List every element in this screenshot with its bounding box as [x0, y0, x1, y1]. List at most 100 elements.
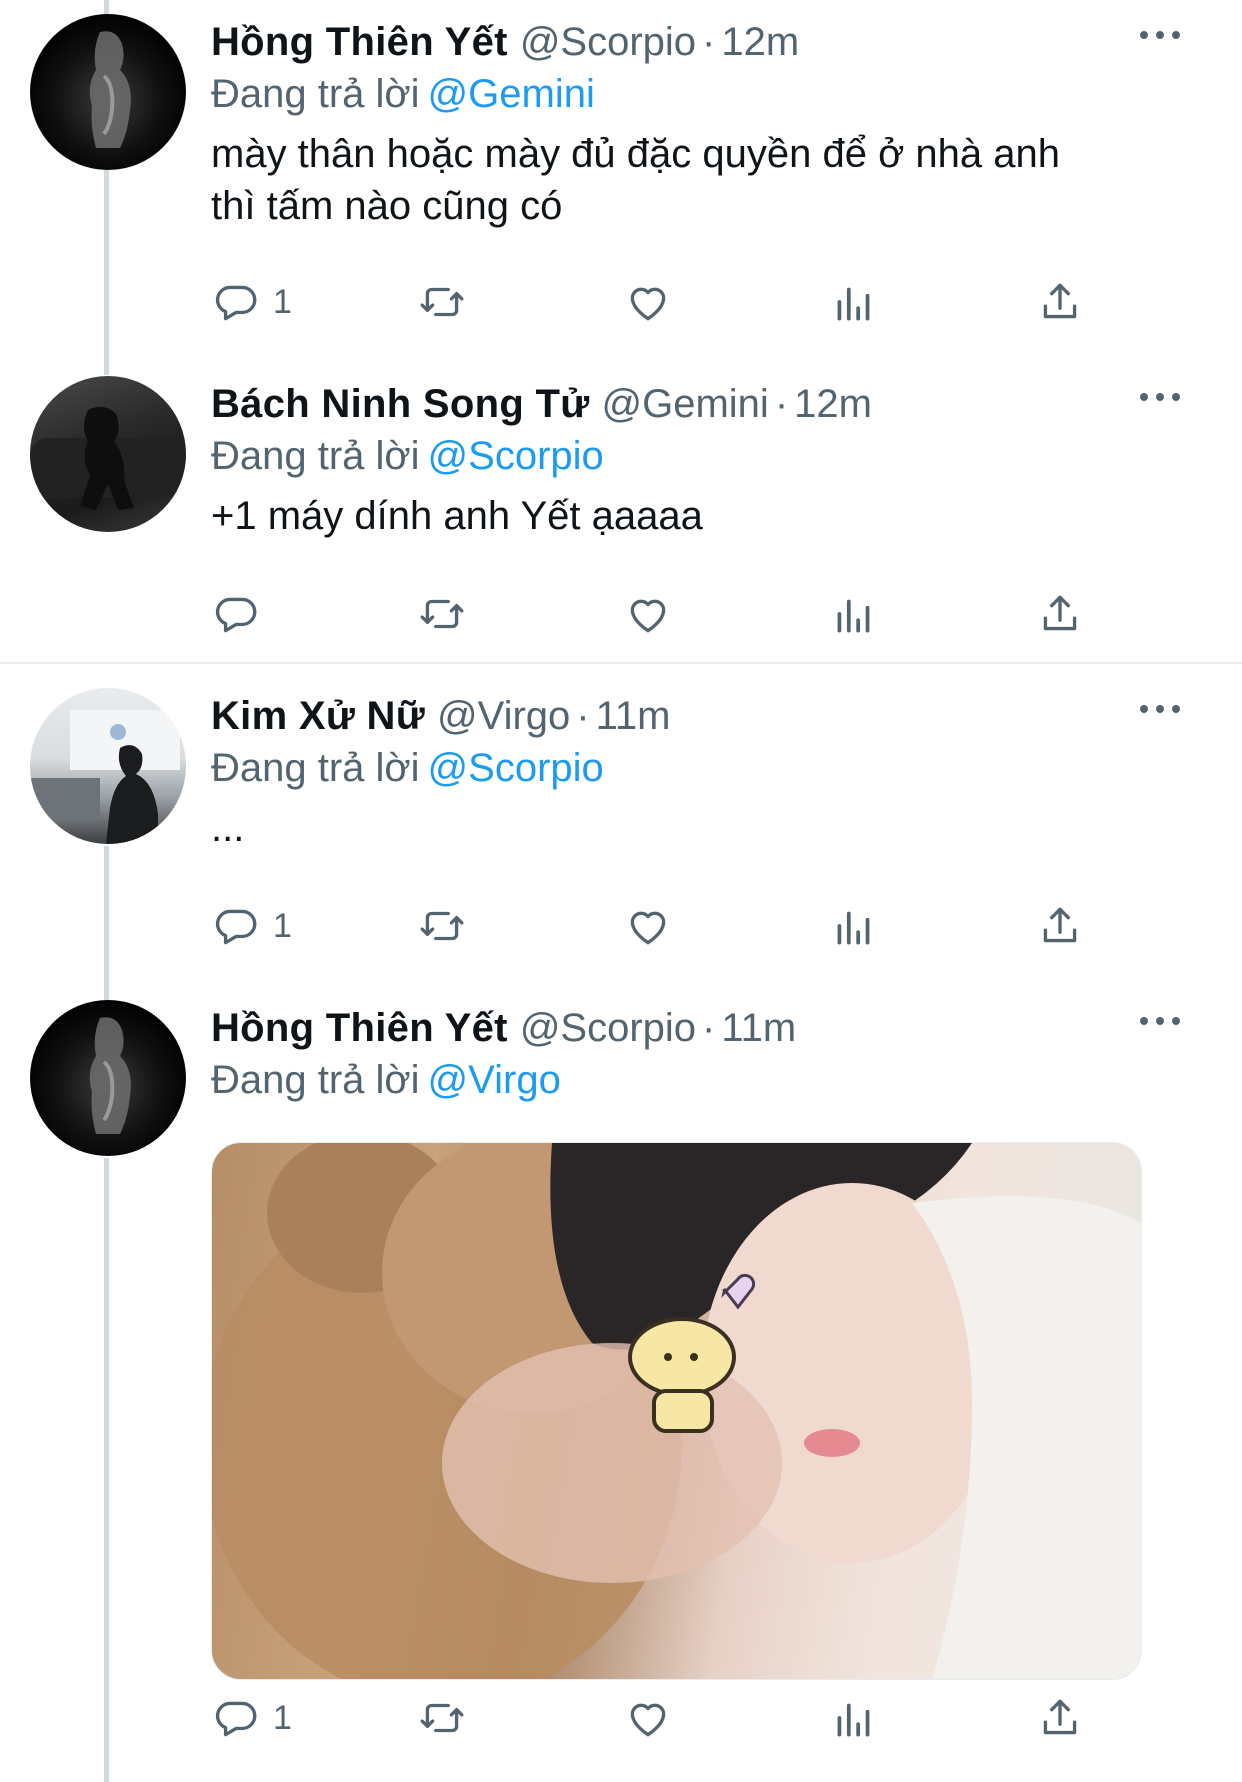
more-icon[interactable]: [1140, 1014, 1180, 1028]
reply-button[interactable]: 1: [211, 1688, 292, 1748]
separator-dot: ·: [774, 382, 789, 426]
reply-count: 1: [273, 1698, 292, 1737]
views-icon: [837, 287, 870, 321]
separator-dot: ·: [576, 694, 590, 738]
action-bar: [0, 584, 1242, 644]
user-handle[interactable]: @Virgo: [437, 694, 570, 738]
retweet-icon: [420, 599, 464, 629]
reply-icon: [215, 909, 257, 945]
tweet-text: ...: [211, 806, 245, 850]
retweet-button[interactable]: [417, 1688, 467, 1748]
share-button[interactable]: [1035, 272, 1085, 332]
like-button[interactable]: [623, 896, 673, 956]
tweet[interactable]: Hồng Thiên Yết @Scorpio · 12m Đang trả lời @…: [0, 0, 1242, 360]
timestamp[interactable]: 11m: [596, 694, 671, 738]
like-icon: [630, 1703, 666, 1737]
like-button[interactable]: [623, 1688, 673, 1748]
share-icon: [1043, 595, 1077, 631]
action-bar: 1: [0, 1688, 1242, 1748]
display-name[interactable]: Hồng Thiên Yết: [211, 20, 508, 64]
views-button[interactable]: [829, 584, 879, 644]
views-icon: [837, 911, 870, 945]
user-handle[interactable]: @Scorpio: [520, 20, 696, 64]
tweet-text: mày thân hoặc mày đủ đặc quyền để ở nhà …: [211, 132, 1061, 228]
replying-to: Đang trả lời @Scorpio: [211, 428, 604, 484]
reply-button[interactable]: 1: [211, 272, 292, 332]
user-handle[interactable]: @Gemini: [602, 382, 769, 426]
tweet-header: Kim Xử Nữ @Virgo · 11m: [211, 688, 1242, 744]
like-button[interactable]: [623, 272, 673, 332]
more-icon[interactable]: [1140, 390, 1180, 404]
replying-label: Đang trả lời: [211, 434, 420, 478]
replying-to: Đang trả lời @Scorpio: [211, 740, 604, 796]
timestamp[interactable]: 11m: [721, 1006, 796, 1050]
timestamp[interactable]: 12m: [721, 20, 799, 64]
tweet[interactable]: Bách Ninh Song Tử @Gemini · 12m Đang trả lờ…: [0, 362, 1242, 662]
like-icon: [630, 911, 666, 945]
retweet-button[interactable]: [417, 272, 467, 332]
action-bar: 1: [0, 272, 1242, 332]
replying-label: Đang trả lời: [211, 72, 420, 116]
action-bar: 1: [0, 896, 1242, 956]
share-icon: [1043, 907, 1077, 943]
avatar-image: [30, 710, 180, 844]
separator-dot: ·: [702, 20, 716, 64]
share-icon: [1043, 1699, 1077, 1735]
tweet-media-image[interactable]: [211, 1142, 1142, 1680]
replying-to: Đang trả lời @Gemini: [211, 66, 595, 122]
avatar[interactable]: [30, 688, 186, 844]
mention-link[interactable]: @Scorpio: [428, 434, 604, 478]
reply-icon: [215, 597, 257, 633]
like-button[interactable]: [623, 584, 673, 644]
views-button[interactable]: [829, 1688, 879, 1748]
reply-button[interactable]: [211, 584, 273, 644]
display-name[interactable]: Kim Xử Nữ: [211, 694, 425, 738]
share-icon: [1043, 283, 1077, 319]
media-illustration: [212, 1143, 1141, 1679]
avatar[interactable]: [30, 376, 186, 532]
timestamp[interactable]: 12m: [794, 382, 872, 426]
share-button[interactable]: [1035, 896, 1085, 956]
more-icon[interactable]: [1140, 28, 1180, 42]
retweet-icon: [420, 287, 464, 317]
retweet-icon: [420, 1703, 464, 1733]
reply-icon: [215, 285, 257, 321]
like-icon: [630, 287, 666, 321]
avatar-image: [89, 31, 131, 149]
retweet-button[interactable]: [417, 584, 467, 644]
share-button[interactable]: [1035, 584, 1085, 644]
replying-label: Đang trả lời: [211, 746, 420, 790]
views-icon: [837, 1703, 870, 1737]
more-icon[interactable]: [1140, 702, 1180, 716]
mention-link[interactable]: @Virgo: [428, 1058, 561, 1102]
reply-icon: [215, 1701, 257, 1737]
reply-count: 1: [273, 906, 292, 945]
mention-link[interactable]: @Scorpio: [428, 746, 604, 790]
display-name[interactable]: Hồng Thiên Yết: [211, 1006, 508, 1050]
divider: [0, 662, 1242, 664]
mention-link[interactable]: @Gemini: [428, 72, 595, 116]
user-handle[interactable]: @Scorpio: [520, 1006, 696, 1050]
share-button[interactable]: [1035, 1688, 1085, 1748]
views-button[interactable]: [829, 896, 879, 956]
like-icon: [630, 599, 666, 633]
avatar-image: [89, 1017, 131, 1134]
reply-button[interactable]: 1: [211, 896, 292, 956]
replying-label: Đang trả lời: [211, 1058, 420, 1102]
views-icon: [837, 599, 870, 633]
tweet-text: +1 máy dính anh Yết ạaaaa: [211, 494, 703, 538]
avatar[interactable]: [30, 1000, 186, 1156]
replying-to: Đang trả lời @Virgo: [211, 1052, 561, 1108]
tweet-header: Bách Ninh Song Tử @Gemini · 12m: [211, 376, 1242, 432]
tweet[interactable]: Kim Xử Nữ @Virgo · 11m Đang trả lời @Scorpio…: [0, 674, 1242, 974]
avatar-image: [30, 406, 186, 510]
avatar[interactable]: [30, 14, 186, 170]
views-button[interactable]: [829, 272, 879, 332]
separator-dot: ·: [702, 1006, 716, 1050]
retweet-icon: [420, 911, 464, 941]
display-name[interactable]: Bách Ninh Song Tử: [211, 382, 590, 426]
tweet-header: Hồng Thiên Yết @Scorpio · 11m: [211, 1000, 1242, 1056]
reply-count: 1: [273, 282, 292, 321]
retweet-button[interactable]: [417, 896, 467, 956]
tweet-header: Hồng Thiên Yết @Scorpio · 12m: [211, 14, 1242, 70]
